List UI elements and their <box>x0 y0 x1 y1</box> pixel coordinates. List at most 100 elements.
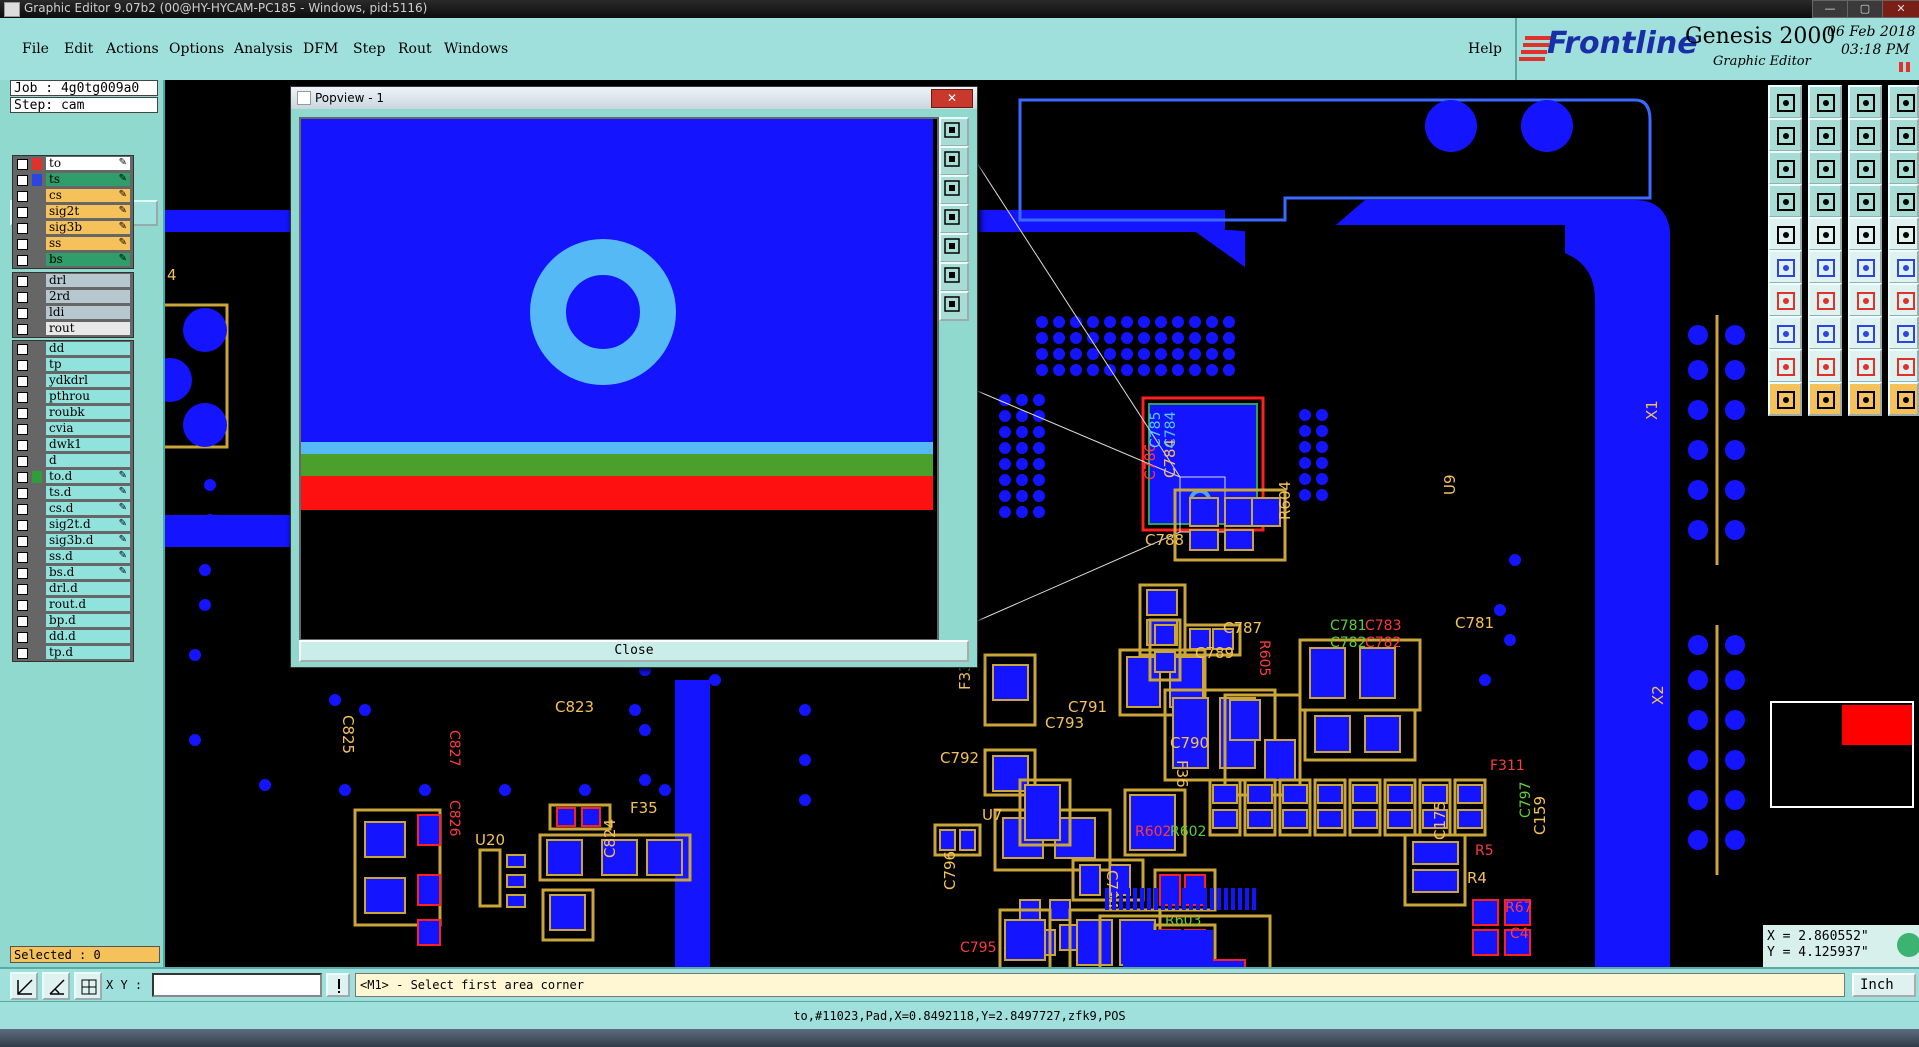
layer-name[interactable]: ts <box>46 173 130 186</box>
zoom-in-icon[interactable] <box>1808 85 1842 119</box>
help-icon[interactable] <box>1888 118 1919 152</box>
pan-left-icon[interactable] <box>1768 118 1802 152</box>
layer-name[interactable]: dd <box>46 342 130 355</box>
layer-name[interactable]: rout <box>46 322 130 335</box>
layer-row-ss-d[interactable]: ss.d ✎ <box>13 549 133 565</box>
layer-name[interactable]: rout.d <box>46 598 130 611</box>
layer-row-cvia[interactable]: cvia <box>13 421 133 437</box>
layer-checkbox[interactable] <box>17 344 28 355</box>
layer-row-tp[interactable]: tp <box>13 357 133 373</box>
zoom-home-icon[interactable] <box>939 117 969 147</box>
menu-actions[interactable]: Actions <box>106 41 159 57</box>
snap-icon[interactable] <box>1848 184 1882 218</box>
layer-checkbox[interactable] <box>17 456 28 467</box>
layer-checkbox[interactable] <box>17 324 28 335</box>
dash-icon[interactable] <box>1808 316 1842 350</box>
layer-checkbox[interactable] <box>17 520 28 531</box>
layer-checkbox[interactable] <box>17 159 28 170</box>
layer-row-d[interactable]: d <box>13 453 133 469</box>
layer-row-to-d[interactable]: to.d ✎ <box>13 469 133 485</box>
overview-map[interactable] <box>1763 655 1919 925</box>
layer-checkbox[interactable] <box>17 408 28 419</box>
layer-name[interactable]: to.d <box>46 470 130 483</box>
layer-row-drl-d[interactable]: drl.d <box>13 581 133 597</box>
layer-row-sig2t[interactable]: sig2t ✎ <box>13 204 133 220</box>
layer-row-bs-d[interactable]: bs.d ✎ <box>13 565 133 581</box>
minimize-button[interactable]: — <box>1812 0 1848 18</box>
menu-help[interactable]: Help <box>1468 41 1502 57</box>
layer-checkbox[interactable] <box>17 223 28 234</box>
layer-row-sig2t-d[interactable]: sig2t.d ✎ <box>13 517 133 533</box>
layer-checkbox[interactable] <box>17 239 28 250</box>
pointer-icon[interactable] <box>1768 382 1802 416</box>
select-mode-icon[interactable] <box>10 972 38 1000</box>
layer-name[interactable]: ydkdrl <box>46 374 130 387</box>
layer-name[interactable]: tp <box>46 358 130 371</box>
xy-input[interactable] <box>152 973 322 997</box>
center-icon[interactable] <box>939 291 969 321</box>
layer-row-roubk[interactable]: roubk <box>13 405 133 421</box>
layer-checkbox[interactable] <box>17 308 28 319</box>
layer-checkbox[interactable] <box>17 376 28 387</box>
layer-row-2rd[interactable]: 2rd <box>13 289 133 305</box>
layer-checkbox[interactable] <box>17 175 28 186</box>
layer-checkbox[interactable] <box>17 255 28 266</box>
pan-right-icon[interactable] <box>1808 118 1842 152</box>
popview-close-icon[interactable]: ✕ <box>931 89 973 108</box>
layer-name[interactable]: sig3b <box>46 221 130 234</box>
layer-name[interactable]: cvia <box>46 422 130 435</box>
layer-name[interactable]: cs <box>46 189 130 202</box>
layer-checkbox[interactable] <box>17 504 28 515</box>
fill-icon[interactable] <box>1888 283 1919 317</box>
layer-row-bs[interactable]: bs ✎ <box>13 252 133 268</box>
layer-row-dd[interactable]: dd <box>13 341 133 357</box>
layer-row-ts-d[interactable]: ts.d ✎ <box>13 485 133 501</box>
triangle-fill-icon[interactable] <box>1848 349 1882 383</box>
triangle-edge-icon[interactable] <box>1888 349 1919 383</box>
align-icon[interactable] <box>1768 316 1802 350</box>
layers-icon[interactable] <box>1768 184 1802 218</box>
arc-icon[interactable] <box>1848 283 1882 317</box>
pan-right-icon[interactable] <box>939 233 969 263</box>
fit-icon[interactable] <box>939 262 969 292</box>
layer-checkbox[interactable] <box>17 568 28 579</box>
popview-close-button[interactable]: Close <box>299 640 969 662</box>
menu-file[interactable]: File <box>22 41 49 57</box>
home-icon[interactable] <box>1848 85 1882 119</box>
one-to-one-icon[interactable] <box>1848 151 1882 185</box>
window-icon[interactable] <box>1888 85 1919 119</box>
measure-icon[interactable] <box>1848 217 1882 251</box>
zoom-home-icon[interactable] <box>1768 85 1802 119</box>
layer-row-ts[interactable]: ts ✎ <box>13 172 133 188</box>
layer-name[interactable]: tp.d <box>46 646 130 659</box>
line-icon[interactable] <box>1808 217 1842 251</box>
pointer-move-icon[interactable] <box>1888 382 1919 416</box>
zoom-ratio-icon[interactable] <box>1848 118 1882 152</box>
layer-row-bp-d[interactable]: bp.d <box>13 613 133 629</box>
layer-checkbox[interactable] <box>17 292 28 303</box>
layer-checkbox[interactable] <box>17 600 28 611</box>
pan-left-icon[interactable] <box>939 204 969 234</box>
zoom-in-icon[interactable] <box>939 146 969 176</box>
overview-view-window[interactable] <box>1842 705 1912 745</box>
layer-name[interactable]: 2rd <box>46 290 130 303</box>
menu-edit[interactable]: Edit <box>64 41 93 57</box>
cross-icon[interactable] <box>1808 250 1842 284</box>
layer-name[interactable]: ss <box>46 237 130 250</box>
layer-checkbox[interactable] <box>17 488 28 499</box>
fit-icon[interactable] <box>1768 151 1802 185</box>
layer-checkbox[interactable] <box>17 616 28 627</box>
layer-row-tp-d[interactable]: tp.d <box>13 645 133 661</box>
triangle-icon[interactable] <box>1768 349 1802 383</box>
snap-point-icon[interactable] <box>1848 316 1882 350</box>
pointer-edit-icon[interactable] <box>1848 382 1882 416</box>
snap-alt-icon[interactable] <box>1888 184 1919 218</box>
menu-analysis[interactable]: Analysis <box>234 41 293 57</box>
close-window-button[interactable]: ✕ <box>1882 0 1919 18</box>
layer-row-ydkdrl[interactable]: ydkdrl <box>13 373 133 389</box>
maximize-button[interactable]: ▢ <box>1847 0 1883 18</box>
layer-row-cs-d[interactable]: cs.d ✎ <box>13 501 133 517</box>
menu-windows[interactable]: Windows <box>444 41 508 57</box>
layer-name[interactable]: dwk1 <box>46 438 130 451</box>
center-icon[interactable] <box>1808 151 1842 185</box>
